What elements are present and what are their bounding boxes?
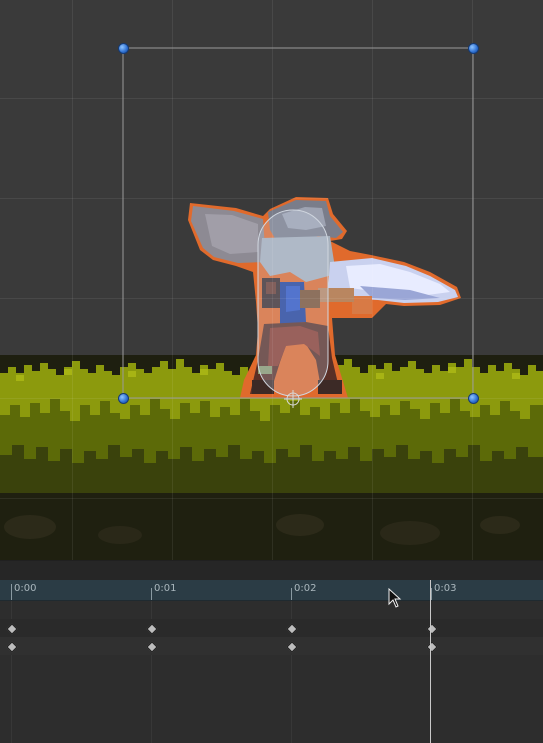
pivot-crosshair-icon[interactable] — [284, 390, 302, 408]
tick-mark — [291, 588, 292, 600]
keyframe-diamond-icon[interactable] — [286, 623, 298, 635]
tick-mark — [431, 588, 432, 600]
rect-tool-bounds — [122, 47, 474, 399]
keyframe-diamond-icon[interactable] — [146, 623, 158, 635]
keyframe-diamond-icon[interactable] — [426, 623, 438, 635]
keyframe-diamond-icon[interactable] — [6, 641, 18, 653]
dopesheet-tracks[interactable] — [0, 601, 543, 743]
tick-label-3: 0:03 — [434, 583, 457, 594]
keyframe-diamond-icon[interactable] — [6, 623, 18, 635]
keyframe-diamond-icon[interactable] — [286, 641, 298, 653]
animation-timeline[interactable]: 0:00 0:01 0:02 0:03 — [0, 560, 543, 743]
keyframe-diamond-icon[interactable] — [426, 641, 438, 653]
tick-mark — [11, 584, 12, 600]
tick-label-1: 0:01 — [154, 583, 177, 594]
track-row[interactable] — [0, 619, 543, 637]
keyframe-diamond-icon[interactable] — [146, 641, 158, 653]
rect-handle-top-right[interactable] — [468, 43, 479, 54]
scene-view[interactable] — [0, 0, 543, 560]
time-ruler[interactable]: 0:00 0:01 0:02 0:03 — [0, 580, 543, 601]
track-row[interactable] — [0, 637, 543, 655]
rect-handle-bottom-left[interactable] — [118, 393, 129, 404]
tick-mark — [151, 588, 152, 600]
playhead[interactable] — [430, 580, 431, 743]
mouse-pointer-icon — [388, 588, 402, 608]
timeline-header — [0, 560, 543, 581]
tick-label-2: 0:02 — [294, 583, 317, 594]
tick-label-0: 0:00 — [14, 583, 37, 594]
rect-handle-bottom-right[interactable] — [468, 393, 479, 404]
rect-handle-top-left[interactable] — [118, 43, 129, 54]
